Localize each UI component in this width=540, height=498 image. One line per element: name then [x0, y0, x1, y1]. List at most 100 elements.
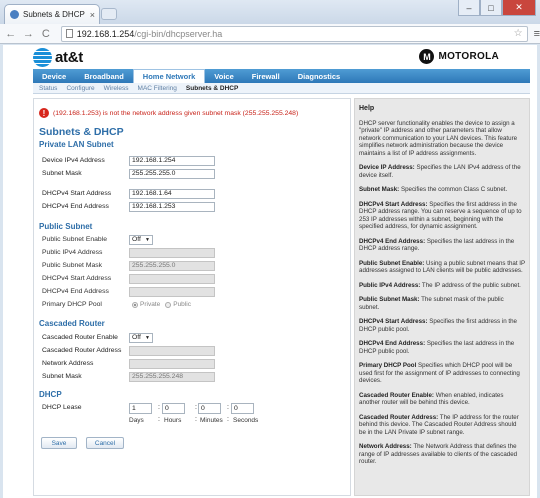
sub-nav-subnets-dhcp[interactable]: Subnets & DHCP — [186, 85, 238, 92]
help-item: Cascaded Router Address: The IP address … — [359, 414, 525, 437]
address-bar[interactable]: 192.168.1.254 /cgi-bin/dhcpserver.ha ☆ — [60, 25, 528, 42]
lease-separator: : — [158, 404, 160, 411]
lease-separator: : — [227, 416, 229, 423]
public-start-input[interactable] — [129, 274, 215, 284]
help-item: Public IPv4 Address: The IP address of t… — [359, 282, 525, 290]
cascaded-mask-label: Subnet Mask — [42, 373, 82, 380]
save-button[interactable]: Save — [41, 437, 77, 449]
main-nav-device[interactable]: Device — [33, 69, 75, 83]
motorola-logo: M MOTOROLA — [419, 49, 499, 64]
maximize-button[interactable]: □ — [480, 0, 502, 16]
public-ipv4-input[interactable] — [129, 248, 215, 258]
help-item: Cascaded Router Enable: When enabled, in… — [359, 392, 525, 407]
cascaded-address-input[interactable] — [129, 346, 215, 356]
dropdown-arrow-icon: ▼ — [145, 237, 150, 243]
dhcp-start-label: DHCPv4 Start Address — [42, 190, 112, 197]
new-tab-button[interactable] — [101, 8, 117, 20]
public-enable-label: Public Subnet Enable — [42, 236, 107, 243]
primary-pool-label: Primary DHCP Pool — [42, 301, 102, 308]
sub-nav-configure[interactable]: Configure — [66, 85, 94, 92]
main-nav-diagnostics[interactable]: Diagnostics — [289, 69, 350, 83]
error-message: ! (192.168.1.253) is not the network add… — [39, 108, 298, 118]
help-term: Public Subnet Enable: — [359, 259, 425, 267]
subnet-mask-input[interactable]: 255.255.255.0 — [129, 169, 215, 179]
device-ipv4-input[interactable]: 192.168.1.254 — [129, 156, 215, 166]
lease-minutes-input[interactable]: 0 — [198, 403, 221, 414]
url-host: 192.168.1.254 — [76, 28, 135, 39]
lease-days-input[interactable]: 1 — [129, 403, 152, 414]
cancel-button[interactable]: Cancel — [86, 437, 124, 449]
section-private-lan: Private LAN Subnet — [39, 140, 114, 149]
att-logo: at&t — [33, 47, 83, 67]
help-term: Subnet Mask: — [359, 186, 400, 193]
main-nav-voice[interactable]: Voice — [205, 69, 242, 83]
help-item: Network Address: The Network Address tha… — [359, 443, 525, 466]
help-desc: The IP address of the public subnet. — [420, 281, 521, 289]
public-end-input[interactable] — [129, 287, 215, 297]
main-nav-firewall[interactable]: Firewall — [243, 69, 289, 83]
dhcp-end-label: DHCPv4 End Address — [42, 203, 109, 210]
help-intro: DHCP server functionality enables the de… — [359, 119, 518, 157]
lease-days-label: Days — [129, 417, 144, 424]
tab-close-icon[interactable]: × — [90, 10, 95, 20]
back-arrow-icon[interactable]: ← — [4, 28, 18, 40]
sub-nav: Status Configure Wireless MAC Filtering Subn… — [33, 83, 530, 94]
help-term: Cascaded Router Address: — [359, 413, 439, 421]
help-item: DHCPv4 End Address: Specifies the last a… — [359, 340, 525, 355]
cascaded-enable-select[interactable]: Off ▼ — [129, 333, 153, 343]
help-item: Primary DHCP Pool Specifies which DHCP p… — [359, 362, 525, 385]
cascaded-enable-value: Off — [132, 334, 141, 341]
page-icon — [65, 29, 73, 38]
help-term: Primary DHCP Pool — [359, 362, 417, 369]
public-enable-value: Off — [132, 236, 141, 243]
help-term: DHCPv4 Start Address: — [359, 318, 428, 325]
att-globe-icon — [33, 47, 52, 67]
help-item: DHCPv4 Start Address: Specifies the firs… — [359, 318, 525, 333]
cascaded-enable-label: Cascaded Router Enable — [42, 334, 118, 341]
dhcp-end-input[interactable]: 192.168.1.253 — [129, 202, 215, 212]
network-address-input[interactable] — [129, 359, 215, 369]
help-term: DHCPv4 Start Address: — [359, 200, 428, 208]
browser-menu-icon[interactable]: ≡ — [534, 28, 540, 40]
motorola-icon: M — [419, 49, 435, 64]
main-nav-home-network[interactable]: Home Network — [132, 69, 206, 83]
section-dhcp: DHCP — [39, 390, 62, 399]
dropdown-arrow-icon: ▼ — [145, 335, 150, 341]
pool-private-radio[interactable] — [132, 301, 138, 308]
sub-nav-mac-filtering[interactable]: MAC Filtering — [138, 85, 177, 92]
error-icon: ! — [39, 108, 49, 118]
dhcp-start-input[interactable]: 192.168.1.64 — [129, 189, 215, 199]
help-term: DHCPv4 End Address: — [359, 237, 426, 245]
help-item: Public Subnet Mask: The subnet mask of t… — [359, 296, 525, 311]
lease-seconds-input[interactable]: 0 — [231, 403, 254, 414]
help-item: Device IP Address: Specifies the LAN IPv… — [359, 164, 525, 179]
bookmark-star-icon[interactable]: ☆ — [514, 28, 523, 39]
browser-toolbar: ← → C 192.168.1.254 /cgi-bin/dhcpserver.… — [0, 24, 540, 44]
browser-tab[interactable]: Subnets & DHCP × — [4, 4, 100, 24]
public-mask-input[interactable]: 255.255.255.0 — [129, 261, 215, 271]
page-title: Subnets & DHCP — [39, 126, 124, 138]
public-start-label: DHCPv4 Start Address — [42, 275, 112, 282]
forward-arrow-icon[interactable]: → — [22, 28, 36, 40]
window-close-button[interactable]: ✕ — [502, 0, 536, 16]
cascaded-mask-input[interactable]: 255.255.255.248 — [129, 372, 215, 382]
help-term: Device IP Address: — [359, 164, 415, 171]
error-text: (192.168.1.253) is not the network addre… — [53, 109, 299, 117]
page: at&t M MOTOROLA Device Broadband Home Netw… — [3, 45, 537, 498]
help-title: Help — [359, 105, 375, 112]
minimize-button[interactable]: – — [458, 0, 480, 16]
section-public-subnet: Public Subnet — [39, 222, 93, 231]
help-item: DHCPv4 Start Address: Specifies the firs… — [359, 201, 525, 231]
dhcp-lease-label: DHCP Lease — [42, 404, 82, 411]
lease-hours-input[interactable]: 0 — [162, 403, 185, 414]
public-ipv4-label: Public IPv4 Address — [42, 249, 103, 256]
pool-public-radio[interactable] — [165, 301, 172, 308]
reload-icon[interactable]: C — [39, 28, 53, 40]
main-nav-broadband[interactable]: Broadband — [75, 69, 133, 83]
sub-nav-status[interactable]: Status — [39, 85, 57, 92]
url-path: /cgi-bin/dhcpserver.ha — [134, 28, 223, 39]
sub-nav-wireless[interactable]: Wireless — [104, 85, 129, 92]
help-term: Network Address: — [359, 443, 412, 450]
public-enable-select[interactable]: Off ▼ — [129, 235, 153, 245]
public-end-label: DHCPv4 End Address — [42, 288, 109, 295]
